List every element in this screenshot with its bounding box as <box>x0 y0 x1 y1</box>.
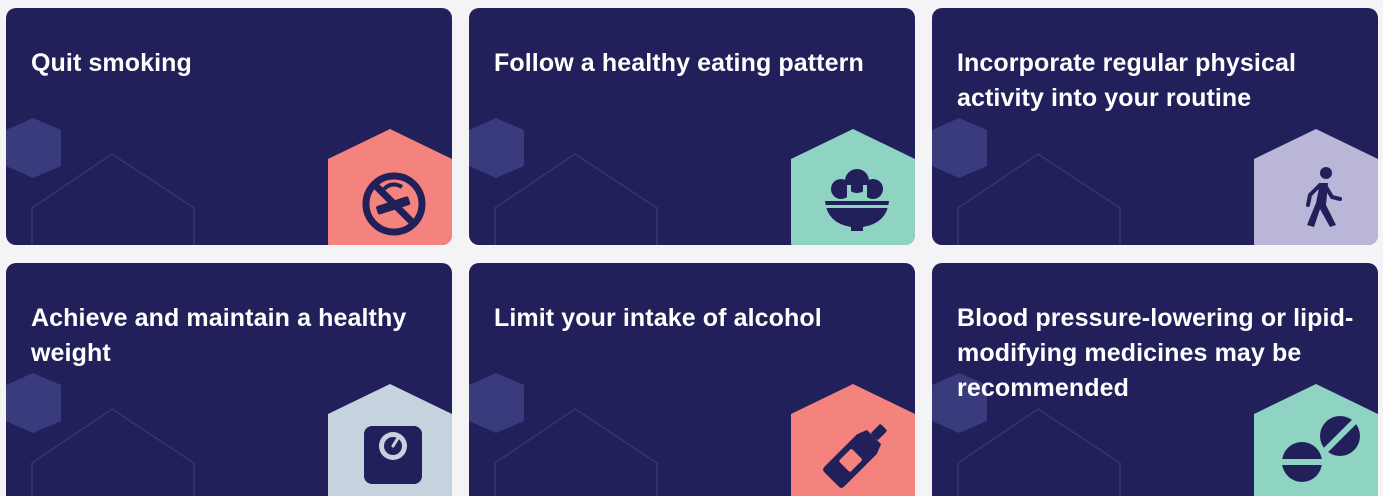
decorative-hexagons <box>469 118 658 245</box>
bottle-icon <box>791 374 915 496</box>
health-tips-grid: Quit smoking Follow a healthy eating pat… <box>0 0 1383 496</box>
decorative-hexagons <box>6 118 195 245</box>
scale-icon <box>328 374 452 496</box>
card-title: Quit smoking <box>31 49 192 77</box>
decorative-hexagons <box>469 373 658 496</box>
card-title: Achieve and maintain a healthy weight <box>31 304 407 367</box>
decorative-hexagons <box>6 373 195 496</box>
card-title: Follow a healthy eating pattern <box>494 49 864 77</box>
card-title: Limit your intake of alcohol <box>494 304 822 332</box>
walking-person-icon <box>1254 119 1378 245</box>
card-title: Incorporate regular physical activity in… <box>957 49 1297 112</box>
card-limit-alcohol: Limit your intake of alcohol <box>469 263 915 496</box>
card-quit-smoking: Quit smoking <box>6 8 452 245</box>
card-healthy-weight: Achieve and maintain a healthy weight <box>6 263 452 496</box>
salad-bowl-icon <box>791 119 915 245</box>
decorative-hexagons <box>932 118 1121 245</box>
card-healthy-eating: Follow a healthy eating pattern <box>469 8 915 245</box>
no-smoking-icon <box>328 119 452 245</box>
card-physical-activity: Incorporate regular physical activity in… <box>932 8 1378 245</box>
card-medicines: Blood pressure-lowering or lipid-modifyi… <box>932 263 1378 496</box>
card-title: Blood pressure-lowering or lipid-modifyi… <box>957 304 1354 402</box>
